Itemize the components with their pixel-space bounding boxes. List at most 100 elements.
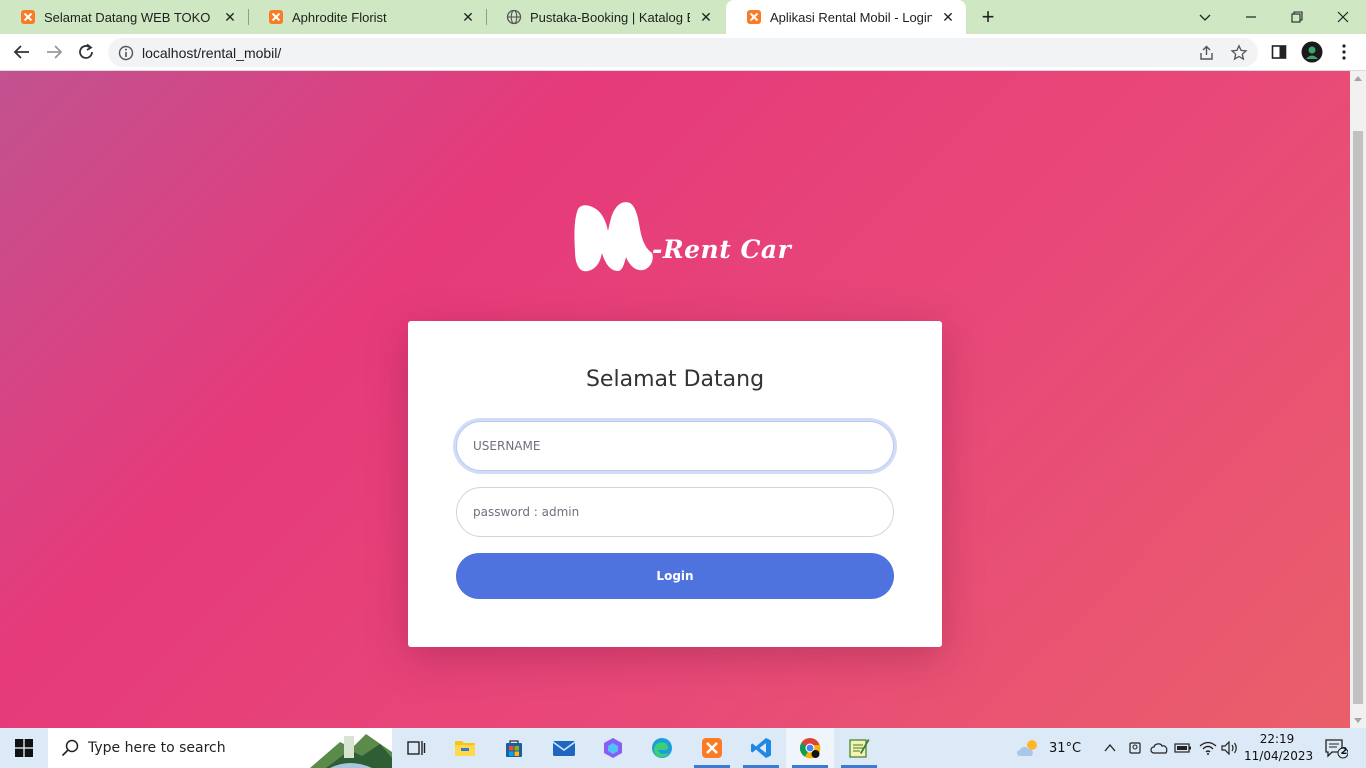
- chrome-button[interactable]: [786, 728, 834, 768]
- notification-count-badge: 2: [1340, 746, 1348, 757]
- speaker-icon: [1221, 741, 1237, 755]
- close-icon[interactable]: ✕: [222, 9, 238, 25]
- tab-aphrodite-florist[interactable]: Aphrodite Florist ✕: [248, 0, 486, 34]
- scroll-up-icon[interactable]: [1354, 76, 1362, 81]
- weather-widget[interactable]: 31°C: [1012, 728, 1084, 768]
- login-button[interactable]: Login: [456, 553, 894, 599]
- store-icon: [506, 740, 522, 757]
- close-icon[interactable]: ✕: [940, 9, 956, 25]
- url-text[interactable]: localhost/rental_mobil/: [142, 45, 281, 61]
- wifi-icon: [1199, 741, 1217, 755]
- file-explorer-icon: [455, 741, 475, 756]
- page-scrollbar[interactable]: [1350, 71, 1366, 728]
- scroll-down-icon[interactable]: [1354, 718, 1362, 723]
- arrow-left-icon: [13, 45, 29, 59]
- mail-button[interactable]: [540, 728, 588, 768]
- info-icon[interactable]: [118, 45, 134, 61]
- profile-avatar[interactable]: [1301, 41, 1323, 63]
- copilot-button[interactable]: [589, 728, 637, 768]
- store-button[interactable]: [490, 728, 538, 768]
- tab-search-button[interactable]: [1182, 0, 1228, 34]
- kebab-menu-icon: [1342, 44, 1346, 60]
- close-icon: [1337, 11, 1349, 23]
- tab-toko-bunga[interactable]: Selamat Datang WEB TOKO BUN ✕: [0, 0, 248, 34]
- reload-icon: [79, 43, 93, 59]
- onedrive-button[interactable]: [1149, 728, 1169, 768]
- reload-button[interactable]: [72, 38, 100, 66]
- globe-icon: [506, 9, 522, 25]
- login-page: -Rent Car Selamat Datang Login: [0, 71, 1350, 728]
- tab-title: Pustaka-Booking | Katalog Buku: [530, 9, 690, 25]
- meet-now-icon: [1129, 742, 1141, 754]
- clock-date: 11/04/2023: [1244, 749, 1314, 763]
- xampp-icon: [747, 10, 761, 24]
- task-view-button[interactable]: [392, 728, 440, 768]
- scrollbar-thumb[interactable]: [1353, 131, 1363, 704]
- notification-center-button[interactable]: 2: [1318, 728, 1354, 768]
- side-panel-icon: [1271, 45, 1287, 59]
- tab-title: Selamat Datang WEB TOKO BUN: [44, 9, 214, 25]
- close-icon[interactable]: ✕: [698, 9, 714, 25]
- system-clock[interactable]: 22:19 11/04/2023: [1244, 731, 1314, 765]
- tab-rental-mobil-login[interactable]: Aplikasi Rental Mobil - Login ✕: [726, 0, 966, 34]
- start-button[interactable]: [0, 728, 48, 768]
- xampp-icon: [702, 738, 722, 758]
- restore-icon: [1291, 11, 1303, 23]
- volume-button[interactable]: [1220, 728, 1240, 768]
- file-explorer-button[interactable]: [441, 728, 489, 768]
- restore-button[interactable]: [1274, 0, 1320, 34]
- edge-button[interactable]: [638, 728, 686, 768]
- onedrive-cloud-icon: [1150, 743, 1168, 754]
- xampp-button[interactable]: [688, 728, 736, 768]
- tab-title: Aplikasi Rental Mobil - Login: [770, 9, 932, 25]
- share-icon[interactable]: [1198, 44, 1216, 62]
- minimize-icon: [1246, 16, 1256, 18]
- close-icon[interactable]: ✕: [460, 9, 476, 25]
- xampp-icon: [21, 10, 35, 24]
- search-icon: [61, 739, 79, 757]
- chrome-icon: [799, 738, 821, 759]
- vscode-icon: [751, 738, 771, 758]
- copilot-icon: [604, 738, 622, 758]
- minimize-button[interactable]: [1228, 0, 1274, 34]
- show-hidden-icons-button[interactable]: [1100, 728, 1120, 768]
- password-input[interactable]: [456, 487, 894, 537]
- wifi-button[interactable]: [1197, 728, 1219, 768]
- back-button[interactable]: [8, 38, 36, 66]
- chevron-up-icon: [1104, 743, 1116, 752]
- address-bar[interactable]: localhost/rental_mobil/: [108, 38, 1258, 67]
- notepad-button[interactable]: [835, 728, 883, 768]
- menu-button[interactable]: [1333, 41, 1355, 63]
- tab-title: Aphrodite Florist: [292, 9, 387, 25]
- search-highlight-icon[interactable]: [310, 728, 392, 768]
- logo-text: -Rent Car: [652, 235, 792, 264]
- mail-icon: [552, 741, 576, 756]
- clock-time: 22:19: [1259, 732, 1295, 746]
- weather-cloud-icon: [1016, 740, 1037, 756]
- weather-temperature: 31°C: [1048, 740, 1082, 756]
- taskbar-search[interactable]: Type here to search: [48, 728, 392, 768]
- edge-icon: [652, 738, 672, 758]
- windows-logo-icon: [15, 739, 33, 757]
- notepad-icon: [849, 739, 870, 758]
- battery-button[interactable]: [1173, 728, 1193, 768]
- tab-pustaka-booking[interactable]: Pustaka-Booking | Katalog Buku ✕: [486, 0, 724, 34]
- forward-button[interactable]: [40, 38, 68, 66]
- meet-now-button[interactable]: [1126, 728, 1144, 768]
- page-title: Selamat Datang: [585, 367, 765, 392]
- side-panel-button[interactable]: [1268, 41, 1290, 63]
- login-card: Selamat Datang Login: [408, 321, 942, 647]
- tab-strip: Selamat Datang WEB TOKO BUN ✕ Aphrodite …: [0, 0, 1366, 34]
- arrow-right-icon: [47, 45, 63, 59]
- star-icon[interactable]: [1230, 44, 1248, 62]
- brand-logo: -Rent Car: [572, 201, 791, 277]
- vscode-button[interactable]: [737, 728, 785, 768]
- close-window-button[interactable]: [1320, 0, 1366, 34]
- task-view-icon: [407, 741, 426, 755]
- new-tab-button[interactable]: +: [976, 4, 1000, 29]
- chevron-down-icon: [1199, 14, 1211, 21]
- windows-taskbar: Type here to search 31°C 22:19 11/04/202…: [0, 728, 1366, 768]
- battery-icon: [1174, 743, 1191, 753]
- username-input[interactable]: [456, 421, 894, 471]
- avatar-icon: [1301, 41, 1323, 63]
